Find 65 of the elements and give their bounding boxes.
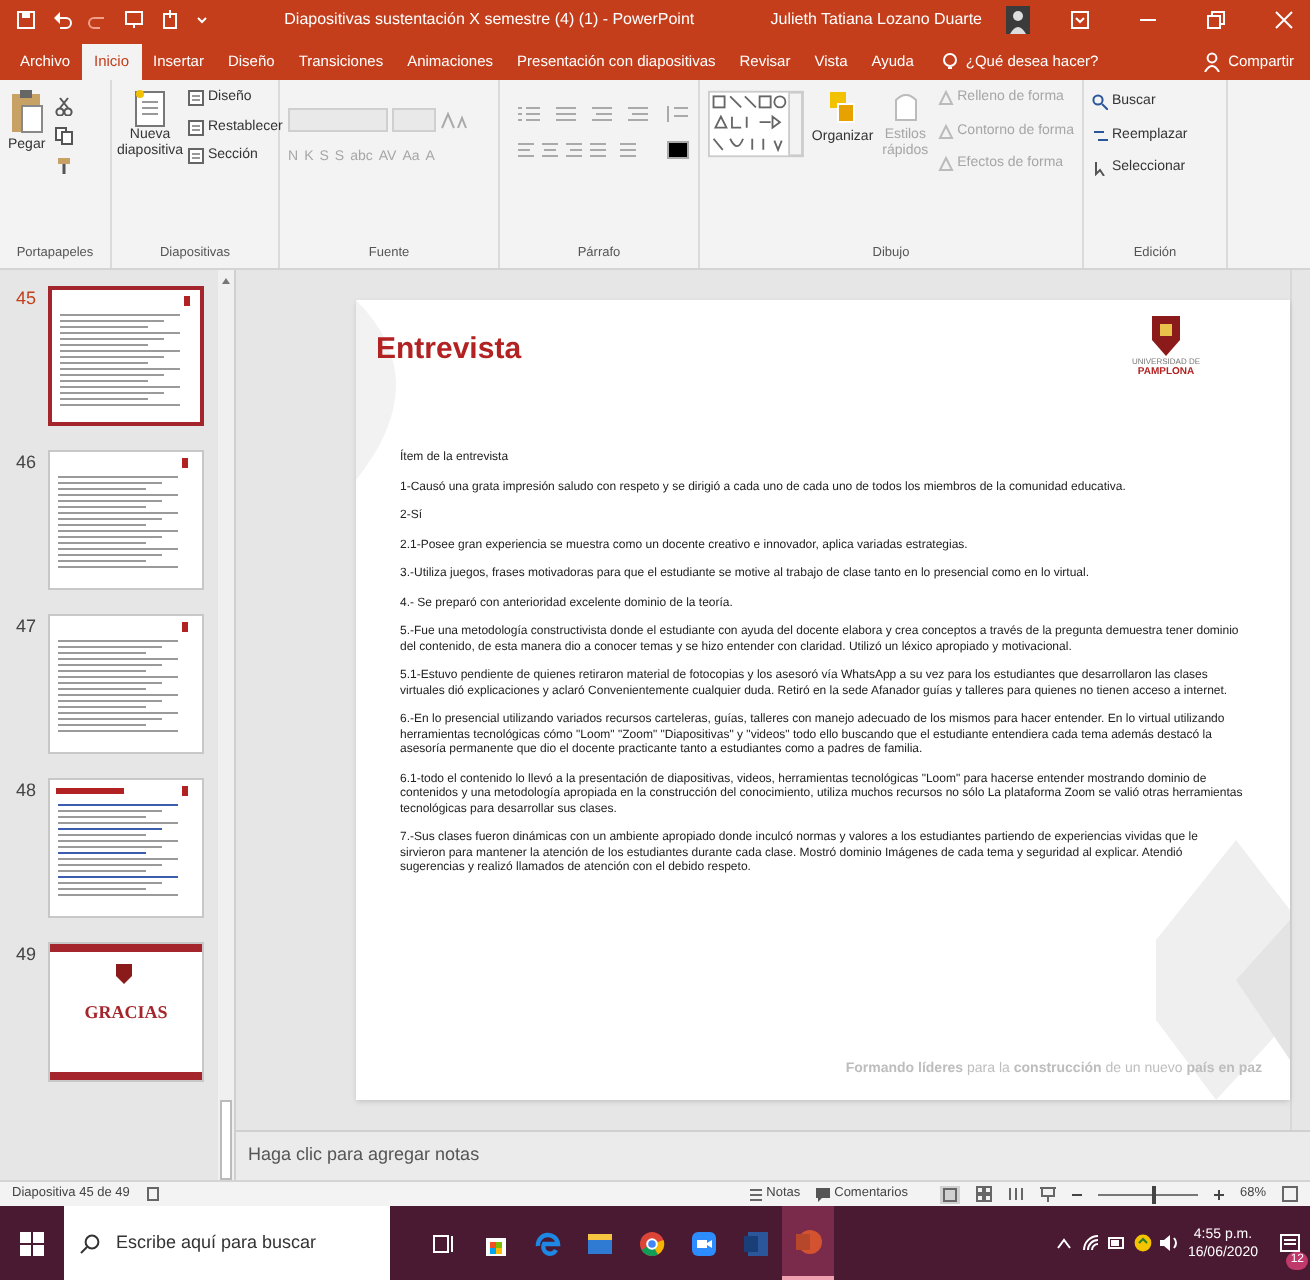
ribbon-display-icon[interactable] [1070, 10, 1090, 30]
close-icon[interactable] [1274, 10, 1294, 30]
sorter-view-icon[interactable] [975, 1186, 992, 1202]
speaker-icon[interactable] [1159, 1234, 1180, 1252]
layout-icon [188, 90, 204, 107]
clipboard-icon [8, 88, 45, 136]
search-icon [80, 1233, 100, 1253]
slide-number: 49 [16, 942, 36, 968]
replace-icon [1092, 127, 1108, 144]
slide-icon [134, 88, 166, 128]
lightbulb-icon [941, 52, 958, 72]
slide-number: 47 [16, 614, 36, 640]
chevron-up-icon[interactable] [1055, 1237, 1072, 1249]
slide-thumbnail[interactable]: GRACIAS [48, 942, 204, 1082]
search-bar[interactable]: Escribe aquí para buscar [64, 1206, 390, 1280]
layout-icon [188, 119, 204, 136]
slide-number: 48 [16, 778, 36, 804]
notes-icon [750, 1187, 763, 1201]
normal-view-icon[interactable] [939, 1185, 960, 1203]
reading-view-icon[interactable] [1007, 1186, 1024, 1202]
person-icon [1204, 52, 1221, 72]
font-name-field[interactable] [288, 108, 388, 132]
font-size-field[interactable] [392, 108, 436, 132]
comment-icon [816, 1187, 831, 1201]
restore-icon[interactable] [1206, 10, 1226, 30]
window-title: Diapositivas sustentación X semestre (4) (1) - PowerPoint [282, 8, 697, 32]
notes-field[interactable]: Haga clic para agregar notas [248, 1142, 480, 1170]
presentation-icon[interactable] [124, 10, 144, 30]
search-field[interactable]: Escribe aquí para buscar [116, 1229, 374, 1257]
notification-icon [1280, 1233, 1300, 1253]
fit-slide-icon[interactable] [1282, 1186, 1298, 1202]
browser-icon[interactable] [534, 1227, 562, 1259]
zoom-out-icon[interactable] [1071, 1189, 1082, 1199]
battery-icon[interactable] [1107, 1234, 1126, 1252]
user-name: Julieth Tatiana Lozano Duarte [770, 8, 982, 32]
copy-icon[interactable] [53, 126, 74, 146]
spelling-icon [145, 1186, 162, 1202]
scroll-up-icon[interactable] [220, 274, 233, 286]
cursor-icon [1092, 160, 1108, 177]
cut-icon[interactable] [53, 96, 74, 116]
update-icon[interactable] [1133, 1234, 1152, 1252]
chrome-icon[interactable] [638, 1227, 666, 1259]
crest-icon [1152, 316, 1180, 356]
video-camera-icon[interactable] [690, 1227, 718, 1259]
slide-number: 45 [16, 286, 36, 312]
scrollbar-thumb[interactable] [220, 1100, 233, 1180]
save-icon[interactable] [16, 10, 36, 30]
arrange-icon [826, 88, 859, 128]
slideshow-icon[interactable] [1039, 1186, 1056, 1202]
slide-title: Entrevista [376, 330, 522, 370]
alignment-icon[interactable] [516, 140, 692, 160]
zoom-in-icon[interactable] [1213, 1189, 1224, 1199]
undo-icon[interactable] [52, 10, 72, 30]
crest-icon [116, 964, 132, 984]
search-icon [1092, 94, 1108, 111]
grow-font-icon [440, 110, 472, 130]
wifi-icon[interactable] [1081, 1234, 1100, 1252]
zoom-thumb[interactable] [1152, 1185, 1157, 1203]
shapes-gallery-icon[interactable] [708, 88, 804, 160]
layout-icon [188, 148, 204, 165]
format-painter-icon[interactable] [53, 156, 74, 176]
windows-start-icon[interactable] [20, 1231, 44, 1255]
slide-number: 46 [16, 450, 36, 476]
avatar-icon [1006, 6, 1030, 34]
closing-heading: GRACIAS [82, 1000, 170, 1026]
